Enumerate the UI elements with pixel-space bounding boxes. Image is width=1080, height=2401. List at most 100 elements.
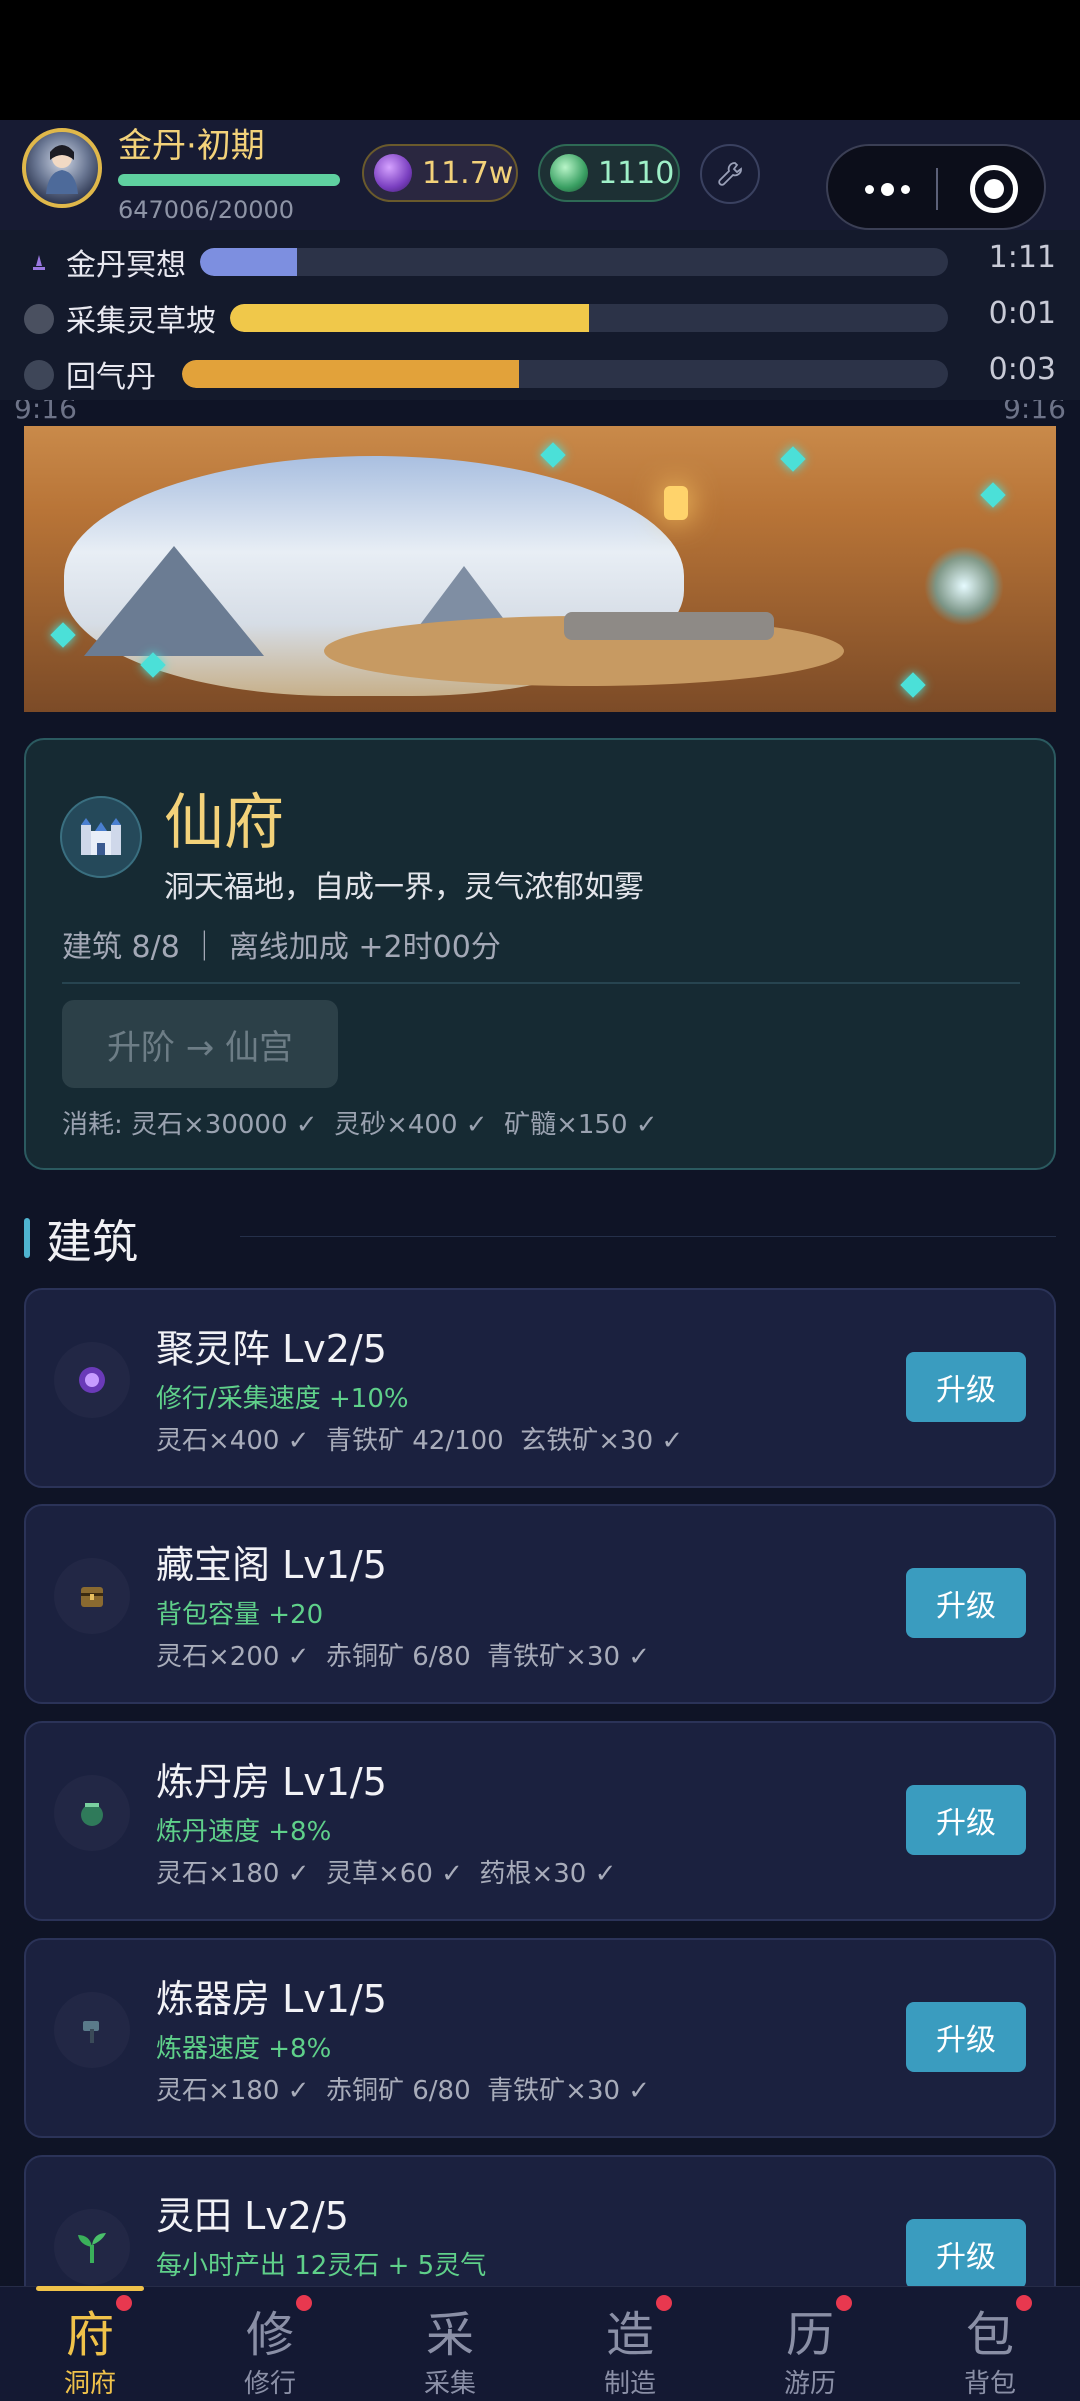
tab-label: 修行 <box>243 2369 296 2399</box>
upgrade-button[interactable]: 升级 <box>906 1568 1026 1638</box>
tab-glyph: 修 <box>245 2307 294 2363</box>
upgrade-button[interactable]: 升级 <box>906 1785 1026 1855</box>
notification-dot <box>116 2295 132 2311</box>
tab-cave[interactable]: 府 洞府 <box>0 2287 180 2401</box>
ascend-cost: 消耗: 灵石×30000 ✓ 灵砂×400 ✓ 矿髓×150 ✓ <box>62 1110 658 1140</box>
crystal-icon <box>980 482 1006 508</box>
building-effect: 修行/采集速度 +10% <box>156 1384 409 1414</box>
estate-title: 仙府 <box>164 788 284 858</box>
tab-glyph: 包 <box>965 2307 1014 2363</box>
tab-craft[interactable]: 造 制造 <box>540 2287 720 2401</box>
building-card: 聚灵阵 Lv2/5 修行/采集速度 +10% 灵石×400 ✓ 青铁矿 42/1… <box>24 1288 1056 1488</box>
capsule-divider <box>936 168 938 210</box>
spirit-herb-value: 1110 <box>598 155 675 191</box>
player-avatar[interactable] <box>22 128 102 208</box>
upgrade-button[interactable]: 升级 <box>906 2002 1026 2072</box>
lantern-icon <box>664 486 688 520</box>
underlying-clock: 9:16 <box>14 400 77 425</box>
tab-label: 制造 <box>603 2369 656 2399</box>
tab-glyph: 历 <box>785 2307 834 2363</box>
wrench-icon <box>718 162 742 186</box>
crystal-icon <box>50 622 76 648</box>
task-label: 回气丹 <box>66 360 156 395</box>
spirit-array-icon <box>54 1342 130 1418</box>
building-cost: 灵石×400 ✓ 青铁矿 42/100 玄铁矿×30 ✓ <box>156 1426 684 1456</box>
task-time: 0:01 <box>988 296 1056 331</box>
settings-button[interactable] <box>700 144 760 204</box>
tab-label: 采集 <box>423 2369 476 2399</box>
spirit-stone-icon <box>374 154 412 192</box>
section-accent <box>24 1218 30 1258</box>
building-effect: 每小时产出 12灵石 + 5灵气 <box>156 2251 487 2281</box>
treasure-chest-icon <box>54 1558 130 1634</box>
estate-stats: 建筑 8/8 ｜ 离线加成 +2时00分 <box>62 930 501 965</box>
task-label: 采集灵草坡 <box>66 304 216 339</box>
close-miniprogram-button[interactable] <box>970 165 1018 213</box>
more-dot-icon <box>900 184 910 194</box>
building-card: 炼器房 Lv1/5 炼器速度 +8% 灵石×180 ✓ 赤铜矿 6/80 青铁矿… <box>24 1938 1056 2138</box>
spirit-herb-icon <box>550 154 588 192</box>
task-time: 1:11 <box>988 240 1056 275</box>
bottom-tab-bar: 府 洞府 修 修行 采 采集 造 制造 历 游历 包 背包 <box>0 2286 1080 2401</box>
crystal-icon <box>540 442 566 468</box>
building-name: 灵田 Lv2/5 <box>156 2194 349 2238</box>
forge-hammer-icon <box>54 1992 130 2068</box>
spirit-stone-value: 11.7w <box>422 155 514 191</box>
upgrade-button[interactable]: 升级 <box>906 1352 1026 1422</box>
building-card: 炼丹房 Lv1/5 炼丹速度 +8% 灵石×180 ✓ 灵草×60 ✓ 药根×3… <box>24 1721 1056 1921</box>
tab-bag[interactable]: 包 背包 <box>900 2287 1080 2401</box>
building-name: 藏宝阁 Lv1/5 <box>156 1543 387 1587</box>
castle-icon <box>60 796 142 878</box>
xp-text: 647006/20000 <box>118 196 295 224</box>
building-effect: 炼丹速度 +8% <box>156 1817 332 1847</box>
upgrade-button[interactable]: 升级 <box>906 2219 1026 2289</box>
tab-glyph: 造 <box>605 2307 654 2363</box>
spirit-stone-counter[interactable]: 11.7w <box>362 144 518 202</box>
notification-dot <box>296 2295 312 2311</box>
xp-progress-fill <box>118 174 340 186</box>
task-progress-bar <box>230 304 948 332</box>
xp-progress-bar <box>118 174 340 186</box>
tab-glyph: 府 <box>65 2307 114 2363</box>
notification-dot <box>836 2295 852 2311</box>
tab-label: 背包 <box>963 2369 1016 2399</box>
active-tab-indicator <box>36 2286 144 2291</box>
sprout-icon <box>54 2209 130 2285</box>
more-options-button[interactable] <box>852 168 922 210</box>
tab-label: 游历 <box>783 2369 836 2399</box>
section-divider <box>240 1236 1056 1237</box>
task-progress-fill <box>200 248 298 276</box>
system-status-bar <box>0 0 1080 120</box>
task-progress-bar <box>182 360 948 388</box>
task-row[interactable]: 采集灵草坡 0:01 <box>0 290 1080 346</box>
notification-dot <box>656 2295 672 2311</box>
divider <box>62 982 1020 984</box>
player-realm: 金丹·初期 <box>118 126 265 166</box>
tab-cultivate[interactable]: 修 修行 <box>180 2287 360 2401</box>
building-name: 聚灵阵 Lv2/5 <box>156 1327 387 1371</box>
tab-gather[interactable]: 采 采集 <box>360 2287 540 2401</box>
task-row[interactable]: 回气丹 0:03 <box>0 346 1080 402</box>
spirit-herb-counter[interactable]: 1110 <box>538 144 680 202</box>
task-progress-fill <box>230 304 589 332</box>
ascend-button[interactable]: 升阶 → 仙宫 <box>62 1000 338 1088</box>
tab-label: 洞府 <box>63 2369 116 2399</box>
crystal-icon <box>900 672 926 698</box>
underlying-status-bar: 9:16 9:16 <box>0 400 1080 426</box>
building-cost: 灵石×180 ✓ 灵草×60 ✓ 药根×30 ✓ <box>156 1859 617 1889</box>
task-progress-fill <box>182 360 520 388</box>
stone-table <box>564 612 774 640</box>
meditation-icon <box>24 248 54 278</box>
task-progress-bar <box>200 248 948 276</box>
miniprogram-capsule <box>826 144 1046 230</box>
estate-description: 洞天福地，自成一界，灵气浓郁如雾 <box>164 870 644 905</box>
more-dot-icon <box>864 184 874 194</box>
underlying-clock: 9:16 <box>1003 400 1066 425</box>
task-row[interactable]: 金丹冥想 1:11 <box>0 234 1080 290</box>
building-name: 炼丹房 Lv1/5 <box>156 1760 387 1804</box>
cultivator-portrait-icon <box>46 145 78 194</box>
building-cost: 灵石×200 ✓ 赤铜矿 6/80 青铁矿×30 ✓ <box>156 1642 651 1672</box>
tab-travel[interactable]: 历 游历 <box>720 2287 900 2401</box>
task-time: 0:03 <box>988 352 1056 387</box>
section-title: 建筑 <box>46 1215 138 1269</box>
